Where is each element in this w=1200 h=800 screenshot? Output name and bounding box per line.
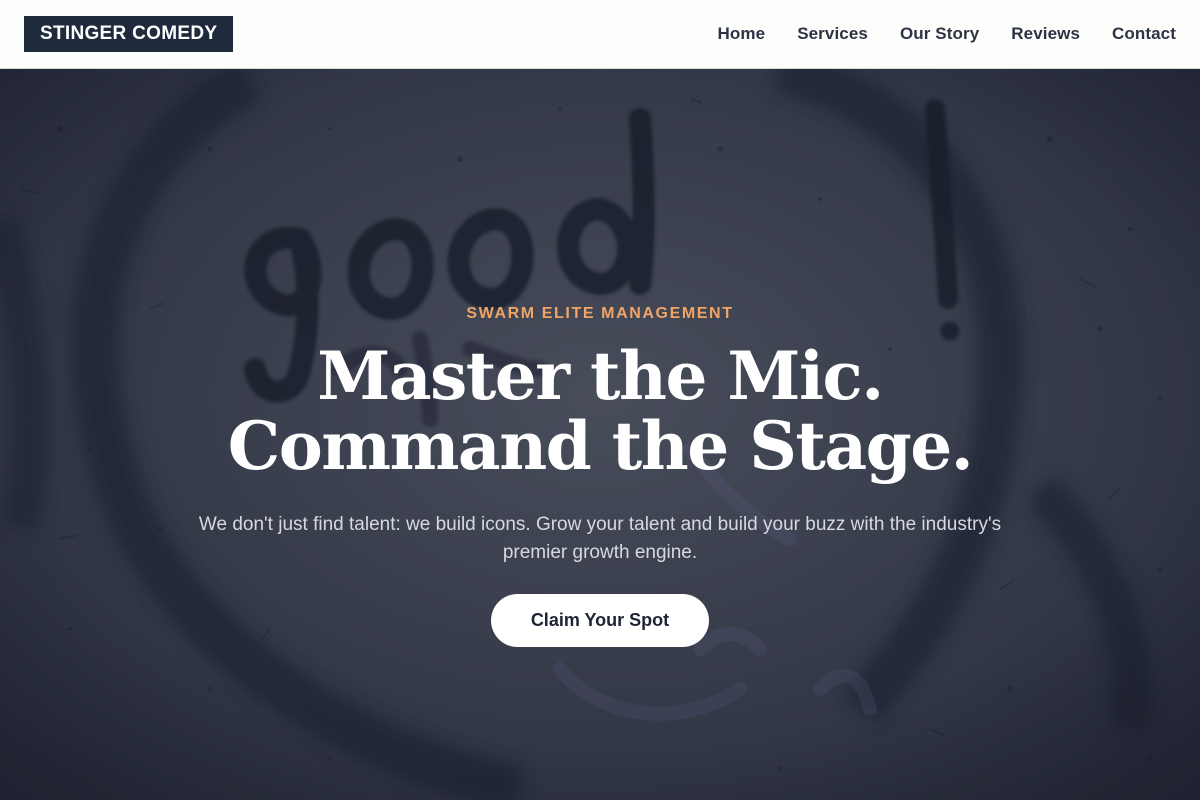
hero-subtext: We don't just find talent: we build icon… <box>198 514 1002 563</box>
site-header: STINGER COMEDY Home Services Our Story R… <box>0 0 1200 69</box>
hero-headline-line-2: Command the Stage. <box>227 407 974 485</box>
hero-headline-line-1: Master the Mic. <box>317 337 884 415</box>
nav-services[interactable]: Services <box>797 24 868 44</box>
nav-reviews[interactable]: Reviews <box>1011 24 1080 44</box>
claim-your-spot-button[interactable]: Claim Your Spot <box>491 594 709 647</box>
hero-eyebrow: SWARM ELITE MANAGEMENT <box>466 305 734 322</box>
hero-headline: Master the Mic. Command the Stage. <box>0 341 1200 481</box>
main-nav: Home Services Our Story Reviews Contact <box>718 24 1176 44</box>
nav-contact[interactable]: Contact <box>1112 24 1176 44</box>
hero-section: SWARM ELITE MANAGEMENT Master the Mic. C… <box>0 69 1200 800</box>
hero-content: SWARM ELITE MANAGEMENT Master the Mic. C… <box>0 69 1200 800</box>
nav-our-story[interactable]: Our Story <box>900 24 979 44</box>
nav-home[interactable]: Home <box>718 24 766 44</box>
brand-logo[interactable]: STINGER COMEDY <box>24 16 234 52</box>
